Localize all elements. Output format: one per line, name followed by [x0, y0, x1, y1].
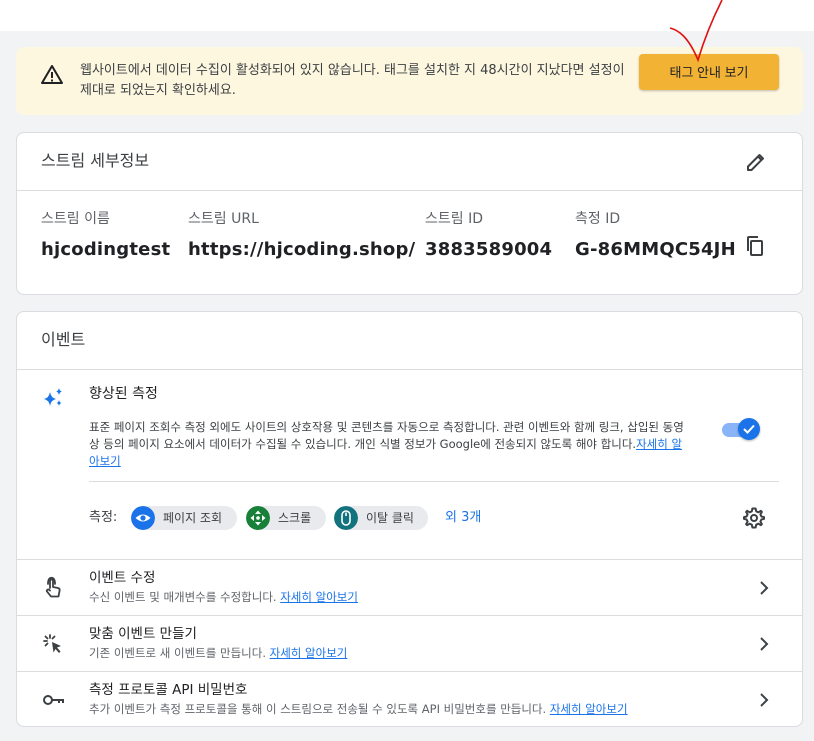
more-measurements-link[interactable]: 외 3개 — [445, 509, 481, 527]
copy-icon[interactable] — [743, 234, 767, 258]
stream-name-value: hjcodingtest — [41, 239, 171, 260]
row-desc-text: 수신 이벤트 및 매개변수를 수정합니다. — [89, 590, 277, 604]
stream-url-field: 스트림 URL https://hjcoding.shop/ — [188, 210, 415, 262]
create-custom-event-title: 맞춤 이벤트 만들기 — [89, 626, 197, 642]
chevron-right-icon — [760, 637, 769, 651]
modify-events-learn-more[interactable]: 자세히 알아보기 — [280, 590, 358, 604]
modify-events-title: 이벤트 수정 — [89, 570, 156, 586]
events-header: 이벤트 — [17, 312, 802, 370]
warning-icon — [41, 65, 63, 84]
create-custom-event-learn-more[interactable]: 자세히 알아보기 — [270, 646, 348, 660]
key-icon — [43, 695, 64, 705]
measurement-protocol-row[interactable]: 측정 프로토콜 API 비밀번호 추가 이벤트가 측정 프로토콜을 통해 이 스… — [17, 671, 802, 728]
stream-id-label: 스트림 ID — [425, 211, 483, 227]
row-desc-text: 추가 이벤트가 측정 프로토콜을 통해 이 스트림으로 전송될 수 있도록 AP… — [89, 702, 547, 716]
toggle-knob — [738, 418, 760, 440]
stream-name-field: 스트림 이름 hjcodingtest — [41, 210, 170, 262]
measurement-protocol-title: 측정 프로토콜 API 비밀번호 — [89, 682, 248, 698]
stream-id-value: 3883589004 — [425, 239, 553, 260]
events-title: 이벤트 — [41, 330, 86, 349]
gear-icon[interactable] — [742, 506, 766, 530]
enhanced-measurement-toggle[interactable] — [722, 418, 760, 440]
tag-guide-button[interactable]: 태그 안내 보기 — [639, 54, 779, 90]
pencil-icon[interactable] — [744, 150, 768, 174]
chevron-right-icon — [760, 693, 769, 707]
mouse-icon — [334, 506, 358, 530]
chip-page-view: 페이지 조회 — [131, 506, 237, 530]
chip-label: 스크롤 — [278, 511, 312, 525]
measurement-protocol-desc: 추가 이벤트가 측정 프로토콜을 통해 이 스트림으로 전송될 수 있도록 AP… — [89, 701, 628, 717]
top-bar — [0, 0, 814, 31]
enhanced-measurement-description: 표준 페이지 조회수 측정 외에도 사이트의 상호작용 및 콘텐츠를 자동으로 … — [89, 419, 689, 470]
enhanced-measurement-title: 향상된 측정 — [89, 386, 158, 402]
stream-details-header: 스트림 세부정보 — [17, 133, 802, 191]
eye-icon — [131, 506, 155, 530]
chip-label: 페이지 조회 — [163, 511, 223, 525]
stream-id-field: 스트림 ID 3883589004 — [425, 210, 552, 262]
measurement-id-value: G-86MMQC54JH — [575, 239, 736, 260]
measurement-protocol-learn-more[interactable]: 자세히 알아보기 — [550, 702, 628, 716]
chevron-right-icon — [760, 581, 769, 595]
chip-label: 이탈 클릭 — [366, 511, 414, 525]
click-sparkle-icon — [43, 634, 61, 653]
check-icon — [743, 424, 755, 434]
modify-events-desc: 수신 이벤트 및 매개변수를 수정합니다. 자세히 알아보기 — [89, 589, 358, 605]
stream-name-label: 스트림 이름 — [41, 211, 110, 227]
stream-details-card: 스트림 세부정보 스트림 이름 hjcodingtest 스트림 URL htt… — [16, 132, 803, 295]
divider — [89, 481, 779, 482]
enhanced-description-text: 표준 페이지 조회수 측정 외에도 사이트의 상호작용 및 콘텐츠를 자동으로 … — [89, 420, 684, 451]
touch-icon — [45, 576, 61, 598]
stream-url-value: https://hjcoding.shop/ — [188, 239, 416, 260]
scroll-arrows-icon — [246, 506, 270, 530]
row-desc-text: 기존 이벤트로 새 이벤트를 만듭니다. — [89, 646, 266, 660]
stream-details-title: 스트림 세부정보 — [41, 151, 150, 170]
create-custom-event-row[interactable]: 맞춤 이벤트 만들기 기존 이벤트로 새 이벤트를 만듭니다. 자세히 알아보기 — [17, 615, 802, 672]
chip-scroll: 스크롤 — [246, 506, 326, 530]
sparkle-icon — [44, 388, 62, 406]
data-collection-warning-banner: 웹사이트에서 데이터 수집이 활성화되어 있지 않습니다. 태그를 설치한 지 … — [16, 47, 803, 115]
chip-outbound-click: 이탈 클릭 — [334, 506, 428, 530]
create-custom-event-desc: 기존 이벤트로 새 이벤트를 만듭니다. 자세히 알아보기 — [89, 645, 347, 661]
measurement-id-field: 측정 ID G-86MMQC54JH — [575, 210, 736, 262]
banner-message: 웹사이트에서 데이터 수집이 활성화되어 있지 않습니다. 태그를 설치한 지 … — [80, 63, 625, 98]
events-card: 이벤트 향상된 측정 표준 페이지 조회수 측정 외에도 사이트의 상호작용 및… — [16, 311, 803, 727]
measurement-id-label: 측정 ID — [575, 211, 621, 227]
stream-url-label: 스트림 URL — [188, 211, 259, 227]
measurement-label: 측정: — [89, 510, 118, 525]
modify-events-row[interactable]: 이벤트 수정 수신 이벤트 및 매개변수를 수정합니다. 자세히 알아보기 — [17, 559, 802, 616]
